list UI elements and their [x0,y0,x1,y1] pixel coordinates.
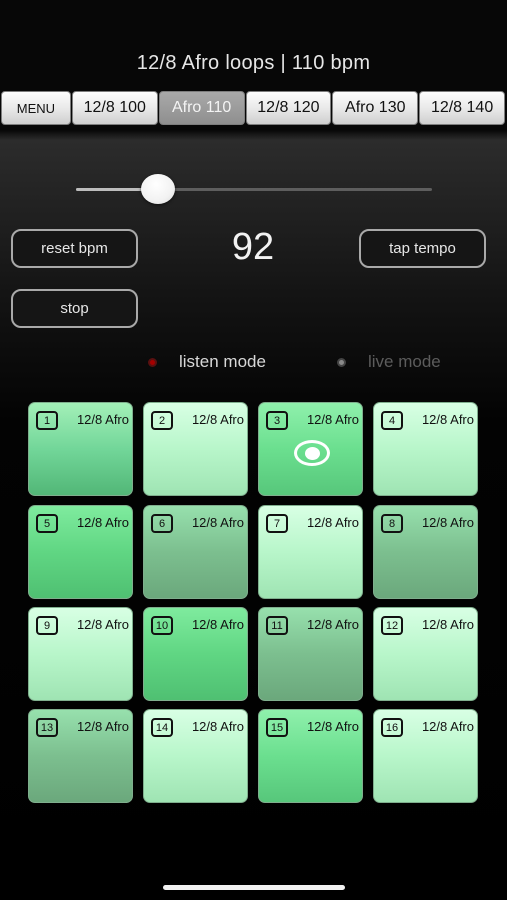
listen-mode-label: listen mode [179,352,266,371]
loop-pad-4[interactable]: 4 12/8 Afro [373,402,478,496]
tap-tempo-button[interactable]: tap tempo [359,229,486,268]
home-indicator[interactable] [163,885,345,890]
loop-pad-11[interactable]: 11 12/8 Afro [258,607,363,701]
play-indicator-icon [294,440,330,466]
loop-pad-8[interactable]: 8 12/8 Afro [373,505,478,599]
menu-button[interactable]: MENU [1,91,71,125]
loop-pad-grid: 1 12/8 Afro 2 12/8 Afro 3 12/8 Afro 4 12… [28,402,479,803]
pad-label: 12/8 Afro [306,617,359,632]
tab-12-8-140[interactable]: 12/8 140 [419,91,505,125]
pad-label: 12/8 Afro [191,617,244,632]
loop-pad-7[interactable]: 7 12/8 Afro [258,505,363,599]
loop-pad-9[interactable]: 9 12/8 Afro [28,607,133,701]
loop-pad-12[interactable]: 12 12/8 Afro [373,607,478,701]
loop-pad-2[interactable]: 2 12/8 Afro [143,402,248,496]
reset-bpm-button[interactable]: reset bpm [11,229,138,268]
pad-label: 12/8 Afro [306,412,359,427]
pad-label: 12/8 Afro [421,515,474,530]
pad-number: 15 [266,718,288,737]
slider-thumb[interactable] [141,174,175,204]
radio-unselected-icon [337,357,346,367]
pad-number: 16 [381,718,403,737]
tempo-slider[interactable] [76,174,432,204]
pad-label: 12/8 Afro [76,515,129,530]
pad-number: 3 [266,411,288,430]
loop-pad-3[interactable]: 3 12/8 Afro [258,402,363,496]
tab-afro-110[interactable]: Afro 110 [158,91,245,125]
live-mode-option[interactable]: live mode [337,352,441,372]
pad-number: 9 [36,616,58,635]
pad-label: 12/8 Afro [191,719,244,734]
stop-button[interactable]: stop [11,289,138,328]
pad-number: 8 [381,514,403,533]
loop-pad-13[interactable]: 13 12/8 Afro [28,709,133,803]
loop-pad-6[interactable]: 6 12/8 Afro [143,505,248,599]
loop-pad-5[interactable]: 5 12/8 Afro [28,505,133,599]
pad-number: 2 [151,411,173,430]
bpm-display: 92 [231,226,275,268]
pad-number: 11 [266,616,288,635]
loop-pad-1[interactable]: 1 12/8 Afro [28,402,133,496]
pad-label: 12/8 Afro [191,412,244,427]
pad-number: 14 [151,718,173,737]
tab-afro-130[interactable]: Afro 130 [332,91,419,125]
tab-12-8-100[interactable]: 12/8 100 [71,91,158,125]
pad-label: 12/8 Afro [421,719,474,734]
tab-bar: MENU 12/8 100 Afro 110 12/8 120 Afro 130… [1,91,506,127]
pad-number: 1 [36,411,58,430]
loop-pad-16[interactable]: 16 12/8 Afro [373,709,478,803]
pad-label: 12/8 Afro [76,719,129,734]
pad-label: 12/8 Afro [306,719,359,734]
pad-number: 4 [381,411,403,430]
pad-label: 12/8 Afro [421,617,474,632]
pad-label: 12/8 Afro [421,412,474,427]
pad-label: 12/8 Afro [76,617,129,632]
page-title: 12/8 Afro loops | 110 bpm [136,52,371,74]
pad-number: 13 [36,718,58,737]
pad-number: 12 [381,616,403,635]
pad-number: 6 [151,514,173,533]
pad-label: 12/8 Afro [76,412,129,427]
screen: 12/8 Afro loops | 110 bpm MENU 12/8 100 … [0,0,507,900]
pad-number: 10 [151,616,173,635]
pad-number: 5 [36,514,58,533]
tab-12-8-120[interactable]: 12/8 120 [245,91,332,125]
live-mode-label: live mode [368,352,441,371]
listen-mode-option[interactable]: listen mode [148,352,266,372]
radio-selected-icon [148,357,157,367]
pad-label: 12/8 Afro [306,515,359,530]
pad-label: 12/8 Afro [191,515,244,530]
loop-pad-10[interactable]: 10 12/8 Afro [143,607,248,701]
pad-number: 7 [266,514,288,533]
loop-pad-14[interactable]: 14 12/8 Afro [143,709,248,803]
loop-pad-15[interactable]: 15 12/8 Afro [258,709,363,803]
